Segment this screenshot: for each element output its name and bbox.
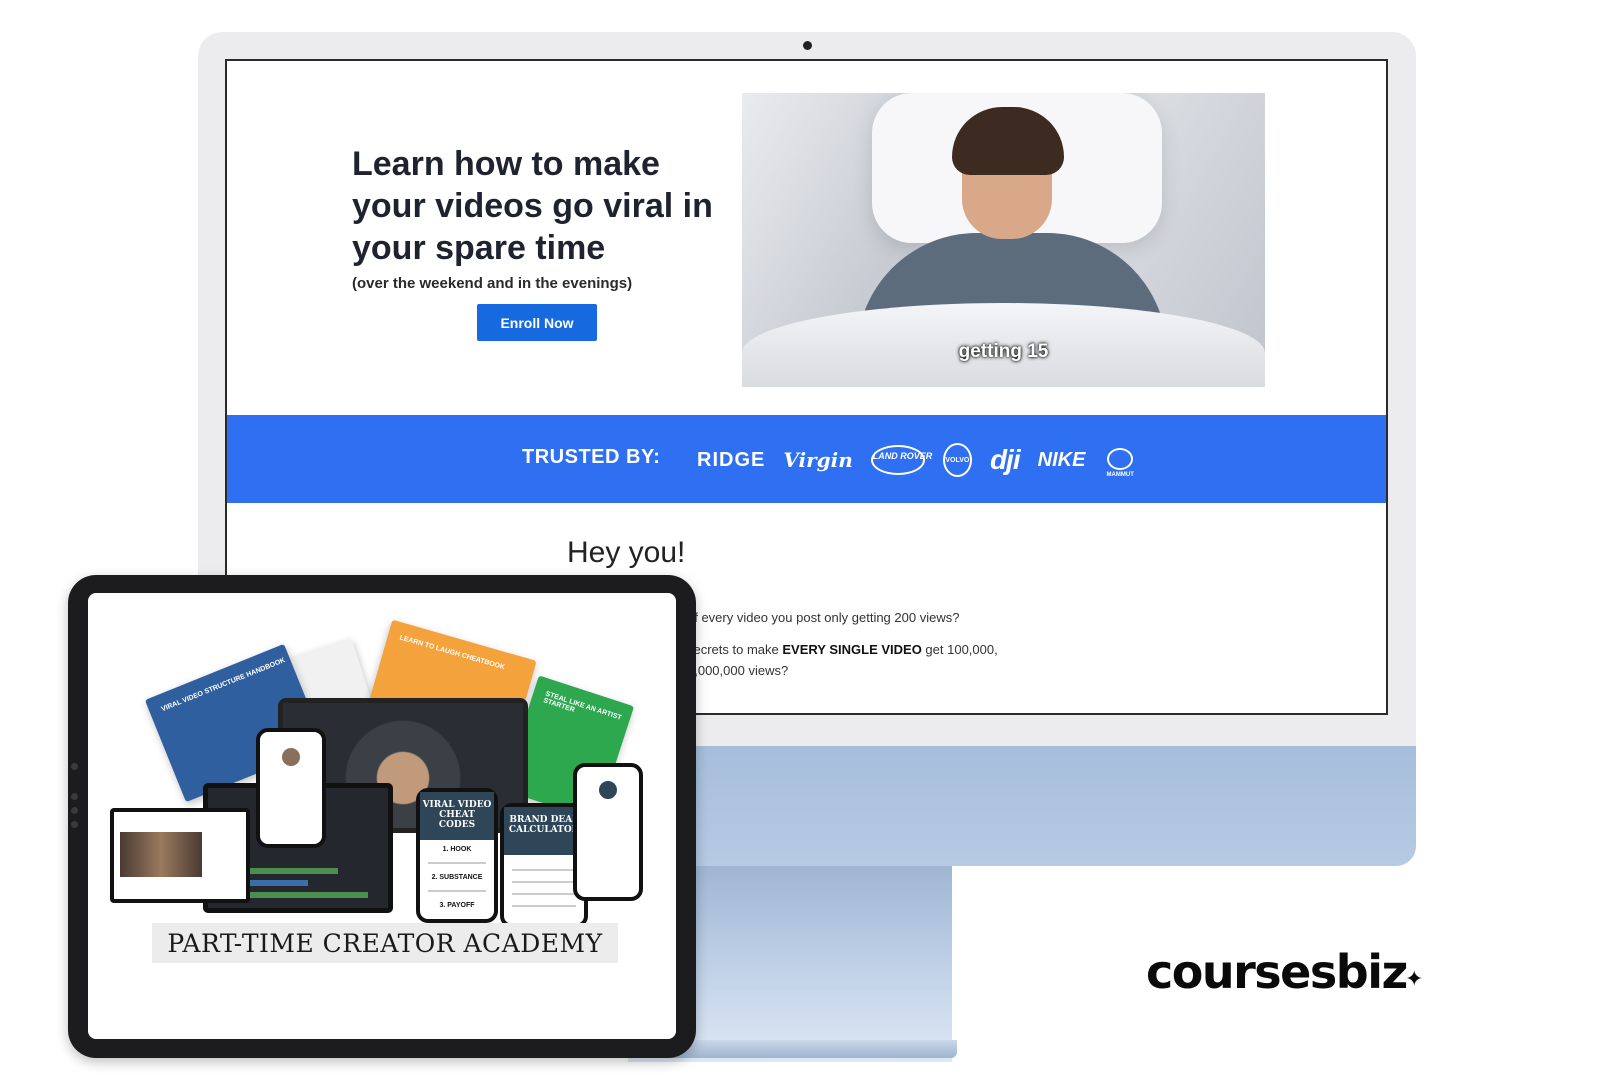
divider bbox=[512, 905, 576, 907]
divider bbox=[512, 881, 576, 883]
content-heading: Hey you! bbox=[567, 536, 686, 569]
tablet-screen: VIRAL VIDEO STRUCTURE HANDBOOK LEARN TO … bbox=[88, 593, 676, 1039]
tablet-button bbox=[71, 793, 78, 800]
brand-deal-title: BRAND DEAL CALCULATOR bbox=[504, 807, 584, 855]
content-line-2-bold: EVERY SINGLE VIDEO bbox=[782, 642, 922, 657]
product-phone-feed bbox=[573, 763, 643, 901]
mammut-label: MAMMUT bbox=[1106, 472, 1134, 478]
product-phone-profile bbox=[256, 728, 326, 848]
product-phone-cheat-codes: VIRAL VIDEO CHEAT CODES 1. HOOK 2. SUBST… bbox=[416, 788, 498, 923]
brand-logo-strip: RIDGE Virgin LAND ROVER VOLVO dji NIKE M… bbox=[697, 435, 1137, 485]
hero-title: Learn how to make your videos go viral i… bbox=[352, 145, 713, 267]
cheat-item-hook: 1. HOOK bbox=[442, 846, 472, 853]
content-line-3: 1,000,000 views? bbox=[687, 663, 789, 678]
trusted-by-label: TRUSTED BY: bbox=[522, 446, 661, 468]
content-line-2: secrets to make EVERY SINGLE VIDEO get 1… bbox=[687, 642, 998, 657]
content-line-1: of every video you post only getting 200… bbox=[687, 610, 960, 625]
divider bbox=[428, 890, 486, 892]
product-title: PART-TIME CREATOR ACADEMY bbox=[167, 928, 603, 958]
camera-dot bbox=[803, 41, 812, 50]
course-video-thumbnail bbox=[120, 832, 202, 877]
content-line-2-pre: secrets to make bbox=[687, 642, 783, 657]
avatar bbox=[599, 781, 617, 799]
cheat-item-payoff: 3. PAYOFF bbox=[439, 902, 475, 909]
virgin-logo: Virgin bbox=[783, 448, 853, 472]
video-caption: getting 15 bbox=[958, 341, 1049, 362]
content-line-2-post: get 100,000, bbox=[921, 642, 998, 657]
hero-subtitle: (over the weekend and in the evenings) bbox=[352, 275, 633, 292]
tablet-device: VIRAL VIDEO STRUCTURE HANDBOOK LEARN TO … bbox=[68, 575, 696, 1058]
nike-logo: NIKE bbox=[1037, 448, 1086, 471]
divider bbox=[512, 893, 576, 895]
book-blue-title: VIRAL VIDEO STRUCTURE HANDBOOK bbox=[160, 656, 287, 714]
land-rover-logo: LAND ROVER bbox=[870, 445, 932, 475]
tablet-button bbox=[71, 821, 78, 828]
tablet-button bbox=[71, 807, 78, 814]
enroll-now-button[interactable]: Enroll Now bbox=[477, 304, 597, 341]
mammut-logo: MAMMUT bbox=[1103, 442, 1137, 478]
book-green-title: STEAL LIKE AN ARTIST STARTER bbox=[542, 690, 623, 722]
mammut-icon bbox=[1107, 448, 1134, 470]
cheat-item-substance: 2. SUBSTANCE bbox=[431, 874, 483, 881]
cheat-codes-title: VIRAL VIDEO CHEAT CODES bbox=[420, 792, 494, 840]
book-orange-title: LEARN TO LAUGH CHEATBOOK bbox=[398, 634, 506, 672]
ridge-logo: RIDGE bbox=[697, 448, 766, 471]
avatar bbox=[282, 748, 300, 766]
divider bbox=[428, 862, 486, 864]
coursesbiz-logo: coursesbiz bbox=[1146, 945, 1408, 999]
sparkle-icon: ✦ bbox=[1405, 966, 1424, 991]
product-course-screen bbox=[110, 808, 250, 903]
tablet-button bbox=[71, 763, 78, 770]
volvo-logo: VOLVO bbox=[942, 443, 972, 477]
product-title-band: PART-TIME CREATOR ACADEMY bbox=[152, 923, 618, 963]
dji-logo: dji bbox=[989, 444, 1021, 475]
trusted-by-band: TRUSTED BY: RIDGE Virgin LAND ROVER VOLV… bbox=[227, 415, 1386, 503]
divider bbox=[512, 869, 576, 871]
hero-video[interactable]: getting 15 bbox=[742, 93, 1265, 387]
